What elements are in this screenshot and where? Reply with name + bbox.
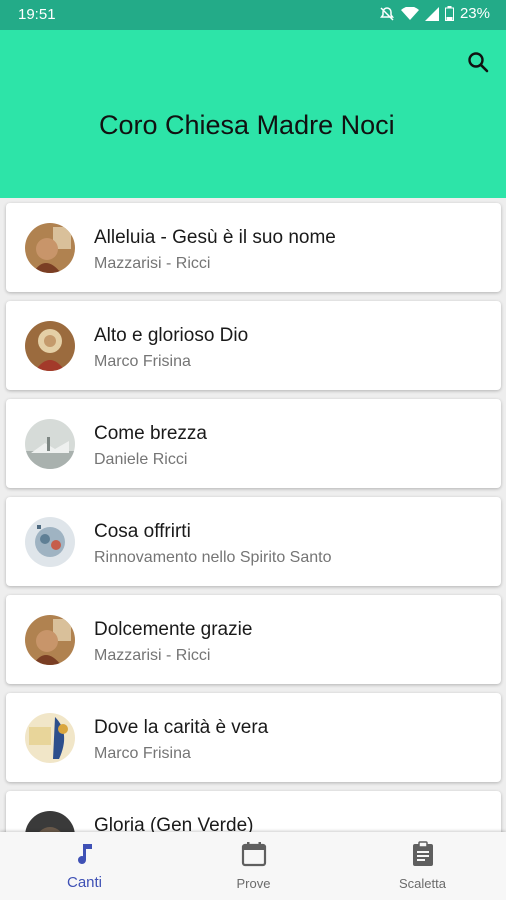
song-cover-avatar <box>25 223 75 273</box>
nav-tab-scaletta[interactable]: Scaletta <box>338 832 506 900</box>
song-author: Daniele Ricci <box>94 451 188 468</box>
battery-percent: 23% <box>459 5 490 22</box>
song-title: Come brezza <box>94 423 207 444</box>
song-card[interactable]: Come brezza Daniele Ricci <box>6 399 501 488</box>
status-icons: 23% <box>379 5 490 22</box>
song-cover-avatar <box>25 517 75 567</box>
song-card[interactable]: Cosa offrirti Rinnovamento nello Spirito… <box>6 497 501 586</box>
song-author: Marco Frisina <box>94 353 191 370</box>
search-button[interactable] <box>462 48 494 80</box>
nav-label: Canti <box>66 874 103 891</box>
song-author: Marco Frisina <box>94 745 191 762</box>
song-card[interactable]: Dove la carità è vera Marco Frisina <box>6 693 501 782</box>
song-title: Gloria (Gen Verde) <box>94 815 254 832</box>
bell-off-icon <box>379 6 395 22</box>
song-author: Rinnovamento nello Spirito Santo <box>94 549 332 566</box>
song-title: Alto e glorioso Dio <box>94 325 249 346</box>
calendar-icon <box>241 841 267 872</box>
song-author: Mazzarisi - Ricci <box>94 255 211 272</box>
song-card[interactable]: Alleluia - Gesù è il suo nome Mazzarisi … <box>6 203 501 292</box>
nav-label: Scaletta <box>399 876 446 891</box>
music-note-icon <box>74 841 96 870</box>
status-bar: 19:51 23% <box>0 0 506 30</box>
song-card[interactable]: Gloria (Gen Verde) <box>6 791 501 832</box>
bottom-navigation: Canti Prove Scaletta <box>0 832 506 900</box>
song-title: Dolcemente grazie <box>94 619 253 640</box>
page-title: Coro Chiesa Madre Noci <box>99 110 395 140</box>
song-cover-avatar <box>25 321 75 371</box>
status-time: 19:51 <box>18 6 56 23</box>
song-cover-avatar <box>25 615 75 665</box>
song-card[interactable]: Dolcemente grazie Mazzarisi - Ricci <box>6 595 501 684</box>
battery-icon <box>444 6 454 21</box>
song-title: Alleluia - Gesù è il suo nome <box>94 227 336 248</box>
song-cover-avatar <box>25 811 75 832</box>
nav-tab-canti[interactable]: Canti <box>0 832 169 900</box>
song-title: Dove la carità è vera <box>94 717 269 738</box>
clipboard-icon <box>411 841 435 872</box>
signal-icon <box>424 6 439 21</box>
song-title: Cosa offrirti <box>94 521 191 542</box>
search-icon <box>467 51 489 78</box>
wifi-icon <box>400 6 419 21</box>
nav-tab-prove[interactable]: Prove <box>169 832 338 900</box>
song-cover-avatar <box>25 419 75 469</box>
song-author: Mazzarisi - Ricci <box>94 647 211 664</box>
song-card[interactable]: Alto e glorioso Dio Marco Frisina <box>6 301 501 390</box>
app-bar: Coro Chiesa Madre Noci <box>0 30 506 198</box>
song-list: Alleluia - Gesù è il suo nome Mazzarisi … <box>0 198 506 832</box>
nav-label: Prove <box>236 876 271 891</box>
song-cover-avatar <box>25 713 75 763</box>
